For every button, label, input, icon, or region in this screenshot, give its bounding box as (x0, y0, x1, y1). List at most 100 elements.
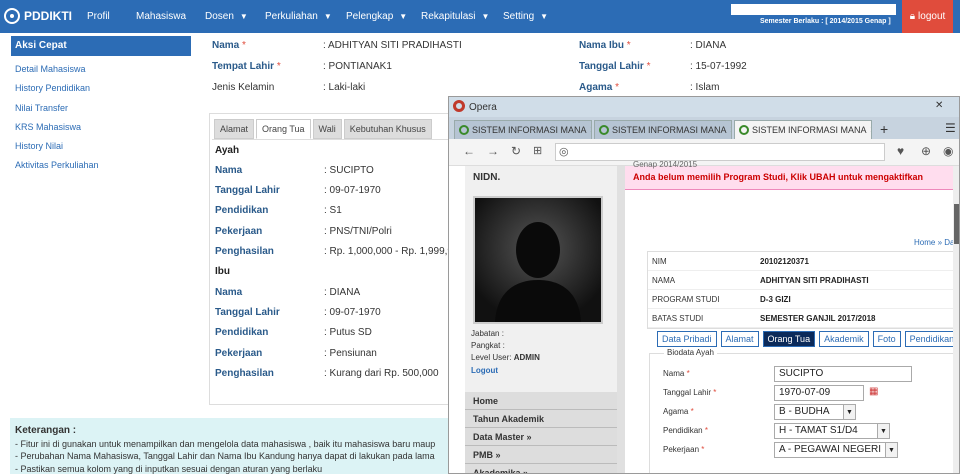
tab-kebutuhan-khusus[interactable]: Kebutuhan Khusus (344, 119, 432, 139)
address-bar[interactable]: ◎ (555, 143, 885, 161)
user-box (731, 4, 896, 15)
info-row: NAMAADHITYAN SITI PRADIHASTI (648, 271, 958, 290)
tab-bar: Alamat Orang Tua Wali Kebutuhan Khusus (214, 119, 432, 139)
menu-tahun-akademik[interactable]: Tahun Akademik (465, 410, 617, 428)
browser-tab-strip: SISTEM INFORMASI MANA✕ SISTEM INFORMASI … (449, 117, 959, 139)
parent-tab-panel: Alamat Orang Tua Wali Kebutuhan Khusus A… (209, 113, 469, 405)
site-info-icon[interactable]: ◎ (559, 145, 569, 158)
nav-rekapitulasi[interactable]: Rekapitulasi▼ (421, 0, 489, 33)
close-tab-icon[interactable]: ✕ (870, 125, 872, 136)
caret-down-icon: ▼ (399, 12, 407, 21)
heart-icon[interactable]: ♥ (897, 144, 904, 158)
form-input-nama[interactable]: SUCIPTO (774, 366, 912, 382)
info-row: PROGRAM STUDID-3 GIZI (648, 290, 958, 309)
speed-dial-icon[interactable]: ⊞ (533, 144, 542, 157)
info-key: BATAS STUDI (648, 314, 760, 323)
ibu-field-value: : 09-07-1970 (324, 307, 381, 318)
menu-home[interactable]: Home (465, 392, 617, 410)
profile-tab-akademik[interactable]: Akademik (819, 331, 869, 347)
agama-value: : Islam (690, 82, 719, 93)
nav-dosen[interactable]: Dosen▼ (205, 0, 248, 33)
nav-label: Pelengkap (346, 11, 393, 22)
ibu-field-label: Pekerjaan (215, 348, 262, 359)
top-navbar: PDDIKTI Profil Mahasiswa Dosen▼ Perkulia… (0, 0, 960, 33)
back-icon[interactable]: ← (463, 144, 475, 158)
profile-tab-bar: Data PribadiAlamatOrang TuaAkademikFotoP… (657, 331, 959, 347)
breadcrumb[interactable]: Home » Da (914, 238, 954, 247)
nav-perkuliahan[interactable]: Perkuliahan ▼ (265, 0, 332, 33)
browser-tab[interactable]: SISTEM INFORMASI MANA✕ (594, 120, 732, 139)
sidebar-item-krs-mahasiswa[interactable]: KRS Mahasiswa (11, 118, 191, 137)
nama-ibu-value: : DIANA (690, 40, 726, 51)
logo-icon (4, 8, 20, 24)
opera-logo-icon (453, 100, 465, 112)
sidebar-item-aktivitas-perkuliahan[interactable]: Aktivitas Perkuliahan (11, 156, 191, 175)
nav-pelengkap[interactable]: Pelengkap ▼ (346, 0, 407, 33)
ibu-field-label: Penghasilan (215, 368, 274, 379)
close-icon[interactable]: ✕ (935, 100, 943, 111)
reload-icon[interactable]: ↻ (511, 144, 521, 158)
browser-tab[interactable]: SISTEM INFORMASI MANA✕ (454, 120, 592, 139)
forward-icon[interactable]: → (487, 144, 499, 158)
form-input-pekerjaan[interactable]: A - PEGAWAI NEGERI▼ (774, 442, 898, 458)
user-silhouette-icon (475, 198, 601, 322)
caret-down-icon: ▼ (324, 12, 332, 21)
scrollbar-thumb[interactable] (954, 204, 960, 244)
form-input-agama[interactable]: B - BUDHA▼ (774, 404, 856, 420)
sidebar-item-nilai-transfer[interactable]: Nilai Transfer (11, 99, 191, 118)
new-tab-button[interactable]: + (880, 121, 888, 137)
profile-photo (473, 196, 603, 324)
tab-wali[interactable]: Wali (313, 119, 342, 139)
sidebar-scrollbar[interactable] (617, 166, 625, 474)
caret-down-icon: ▼ (240, 12, 248, 21)
download-icon[interactable]: ⊕ (921, 144, 931, 158)
agama-label: Agama * (579, 82, 619, 93)
dropdown-arrow-icon[interactable]: ▼ (885, 443, 897, 457)
form-label: Pekerjaan * (663, 445, 704, 454)
profile-tab-orang-tua[interactable]: Orang Tua (763, 331, 816, 347)
brand-logo[interactable]: PDDIKTI (4, 8, 72, 24)
logout-button[interactable]: 🔒︎logout (902, 0, 953, 33)
site-favicon-icon (459, 125, 469, 135)
admin-logout-link[interactable]: Logout (471, 366, 498, 375)
nav-mahasiswa[interactable]: Mahasiswa (136, 0, 186, 33)
nav-label: Perkuliahan (265, 11, 318, 22)
nav-setting[interactable]: Setting▼ (503, 0, 548, 33)
profile-tab-foto[interactable]: Foto (873, 331, 901, 347)
note-line: - Fitur ini di gunakan untuk menampilkan… (15, 438, 450, 451)
info-key: PROGRAM STUDI (648, 295, 760, 304)
profile-tab-pendidikan[interactable]: Pendidikan (905, 331, 960, 347)
menu-akademika[interactable]: Akademika » (465, 464, 617, 474)
tab-alamat[interactable]: Alamat (214, 119, 254, 139)
dropdown-arrow-icon[interactable]: ▼ (843, 405, 855, 419)
ayah-field-label: Pendidikan (215, 205, 268, 216)
tanggal-lahir-value: : 15-07-1992 (690, 61, 747, 72)
profile-tab-alamat[interactable]: Alamat (721, 331, 759, 347)
dropdown-arrow-icon[interactable]: ▼ (877, 424, 889, 438)
form-input-pendidikan[interactable]: H - TAMAT S1/D4▼ (774, 423, 890, 439)
page-scrollbar[interactable] (953, 166, 960, 474)
account-icon[interactable]: ◉ (943, 144, 953, 158)
tanggal-lahir-label: Tanggal Lahir * (579, 61, 651, 72)
profile-tab-data-pribadi[interactable]: Data Pribadi (657, 331, 717, 347)
student-info-table: NIM20102120371NAMAADHITYAN SITI PRADIHAS… (647, 251, 959, 329)
ayah-field-value: : S1 (324, 205, 342, 216)
quick-actions-sidebar: Aksi Cepat Detail Mahasiswa History Pend… (11, 36, 191, 176)
close-tab-icon[interactable]: ✕ (730, 125, 732, 136)
menu-pmb[interactable]: PMB » (465, 446, 617, 464)
form-input-tanggal-lahir[interactable]: 1970-07-09▦ (774, 385, 864, 401)
close-tab-icon[interactable]: ✕ (590, 125, 592, 136)
menu-icon[interactable]: ☰ (945, 121, 956, 135)
calendar-icon[interactable]: ▦ (869, 386, 878, 397)
nav-profil[interactable]: Profil (87, 0, 110, 33)
menu-data-master[interactable]: Data Master » (465, 428, 617, 446)
ayah-field-label: Pekerjaan (215, 226, 262, 237)
sidebar-item-history-nilai[interactable]: History Nilai (11, 137, 191, 156)
sidebar-item-detail-mahasiswa[interactable]: Detail Mahasiswa (11, 60, 191, 79)
sidebar-item-history-pendidikan[interactable]: History Pendidikan (11, 79, 191, 98)
tab-orang-tua[interactable]: Orang Tua (256, 119, 311, 139)
browser-tab-active[interactable]: SISTEM INFORMASI MANA✕ (734, 120, 872, 139)
ibu-field-value: : Kurang dari Rp. 500,000 (324, 368, 439, 379)
form-label: Agama * (663, 407, 694, 416)
jabatan-label: Jabatan : (471, 329, 504, 338)
